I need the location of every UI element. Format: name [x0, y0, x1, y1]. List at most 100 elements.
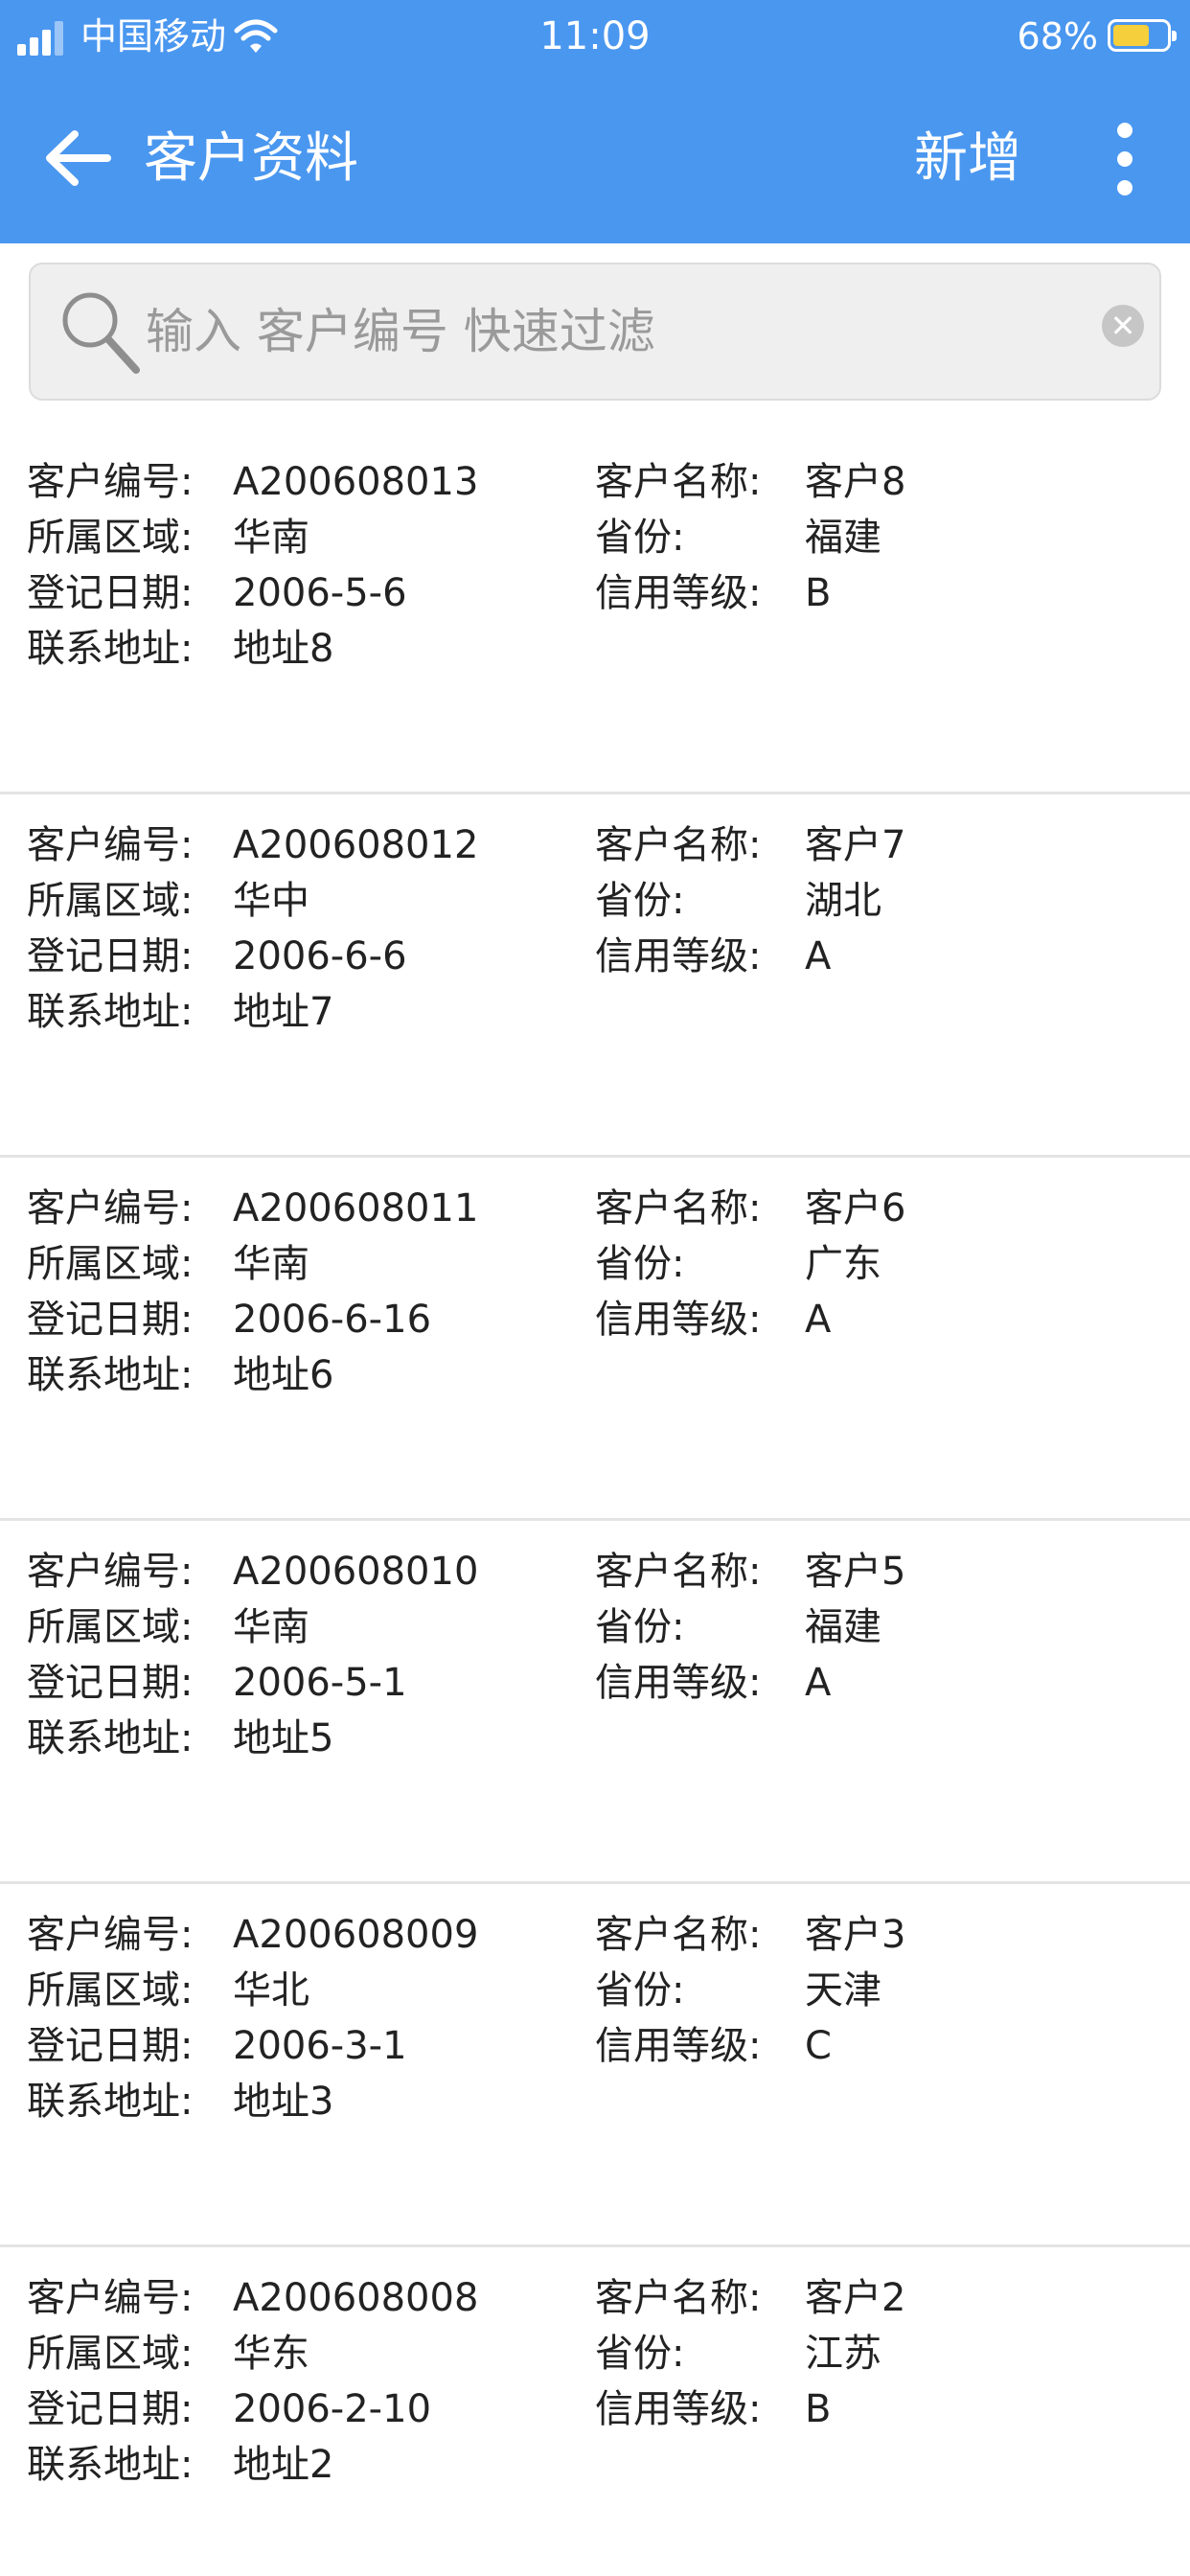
province-value: 广东: [805, 1242, 881, 1286]
battery-level: [1113, 25, 1149, 46]
region-value: 华东: [233, 2332, 309, 2376]
record-row: 登记日期: 2006-5-1 信用等级: A: [0, 1655, 1190, 1711]
region-label: 所属区域:: [27, 2332, 194, 2376]
app-bar: 客户资料 新增: [0, 77, 1190, 243]
search-input[interactable]: [146, 284, 1085, 380]
province-label: 省份:: [595, 1968, 685, 2012]
record-row: 客户编号: A200608013 客户名称: 客户8: [0, 454, 1190, 510]
credit-level-label: 信用等级:: [595, 571, 762, 615]
register-date-value: 2006-2-10: [233, 2387, 432, 2431]
register-date-value: 2006-6-16: [233, 1298, 432, 1342]
address-value: 地址5: [233, 1716, 334, 1760]
customer-no-label: 客户编号:: [27, 1913, 194, 1957]
record-row: 客户编号: A200608009 客户名称: 客户3: [0, 1907, 1190, 1963]
record-row: 所属区域: 华北 省份: 天津: [0, 1963, 1190, 2018]
register-date-label: 登记日期:: [27, 1298, 194, 1342]
register-date-value: 2006-3-1: [233, 2024, 407, 2068]
customer-no-value: A200608010: [233, 1550, 479, 1594]
province-label: 省份:: [595, 1242, 685, 1286]
region-label: 所属区域:: [27, 1968, 194, 2012]
credit-level-label: 信用等级:: [595, 1298, 762, 1342]
customer-name-label: 客户名称:: [595, 1186, 762, 1230]
record-row: 登记日期: 2006-6-6 信用等级: A: [0, 929, 1190, 984]
region-value: 华南: [233, 1605, 309, 1649]
credit-level-value: A: [805, 1661, 832, 1705]
record-row: 登记日期: 2006-2-10 信用等级: B: [0, 2381, 1190, 2437]
region-value: 华南: [233, 1242, 309, 1286]
province-value: 天津: [805, 1968, 881, 2012]
add-button[interactable]: 新增: [914, 125, 1021, 194]
region-label: 所属区域:: [27, 1242, 194, 1286]
search-icon: [62, 292, 140, 374]
record-row: 客户编号: A200608011 客户名称: 客户6: [0, 1181, 1190, 1236]
list-item[interactable]: 客户编号: A200608011 客户名称: 客户6 所属区域: 华南 省份: 广东 登记日期:…: [0, 1158, 1190, 1521]
register-date-value: 2006-6-6: [233, 934, 407, 978]
credit-level-value: C: [805, 2024, 832, 2068]
customer-no-value: A200608008: [233, 2276, 479, 2320]
province-label: 省份:: [595, 2332, 685, 2376]
address-value: 地址8: [233, 627, 334, 671]
credit-level-value: A: [805, 1298, 832, 1342]
province-label: 省份:: [595, 1605, 685, 1649]
record-row: 所属区域: 华南 省份: 广东: [0, 1236, 1190, 1292]
customer-no-value: A200608012: [233, 823, 479, 867]
record-row: 登记日期: 2006-3-1 信用等级: C: [0, 2018, 1190, 2074]
customer-name-value: 客户5: [805, 1550, 906, 1594]
back-arrow-icon[interactable]: [36, 117, 119, 199]
record-row: 所属区域: 华南 省份: 福建: [0, 510, 1190, 565]
list-item[interactable]: 客户编号: A200608013 客户名称: 客户8 所属区域: 华南 省份: 福建 登记日期:…: [0, 431, 1190, 794]
address-label: 联系地址:: [27, 1716, 194, 1760]
region-label: 所属区域:: [27, 516, 194, 560]
register-date-label: 登记日期:: [27, 2387, 194, 2431]
record-row: 客户编号: A200608010 客户名称: 客户5: [0, 1544, 1190, 1599]
battery-icon: [1108, 19, 1177, 52]
record-row: 所属区域: 华南 省份: 福建: [0, 1599, 1190, 1655]
list-item[interactable]: 客户编号: A200608012 客户名称: 客户7 所属区域: 华中 省份: 湖北 登记日期:…: [0, 794, 1190, 1158]
record-row: 登记日期: 2006-5-6 信用等级: B: [0, 565, 1190, 621]
record-row: 登记日期: 2006-6-16 信用等级: A: [0, 1292, 1190, 1347]
list-item[interactable]: 客户编号: A200608009 客户名称: 客户3 所属区域: 华北 省份: 天津 登记日期:…: [0, 1884, 1190, 2247]
region-value: 华南: [233, 516, 309, 560]
customer-no-label: 客户编号:: [27, 823, 194, 867]
address-value: 地址6: [233, 1353, 334, 1397]
province-value: 湖北: [805, 879, 881, 923]
search-bar: ✕: [29, 263, 1161, 401]
customer-name-label: 客户名称:: [595, 823, 762, 867]
list-item[interactable]: 客户编号: A200608008 客户名称: 客户2 所属区域: 华东 省份: 江苏 登记日期:…: [0, 2247, 1190, 2576]
customer-list: 客户编号: A200608013 客户名称: 客户8 所属区域: 华南 省份: 福建 登记日期:…: [0, 431, 1190, 2576]
customer-name-value: 客户3: [805, 1913, 906, 1957]
record-row: 联系地址: 地址6: [0, 1347, 1190, 1403]
address-label: 联系地址:: [27, 627, 194, 671]
register-date-label: 登记日期:: [27, 1661, 194, 1705]
more-vertical-icon[interactable]: [1098, 115, 1152, 203]
record-row: 所属区域: 华中 省份: 湖北: [0, 873, 1190, 929]
register-date-value: 2006-5-6: [233, 571, 407, 615]
record-row: 联系地址: 地址8: [0, 621, 1190, 677]
address-value: 地址3: [233, 2080, 334, 2124]
register-date-label: 登记日期:: [27, 2024, 194, 2068]
credit-level-label: 信用等级:: [595, 1661, 762, 1705]
region-label: 所属区域:: [27, 879, 194, 923]
region-label: 所属区域:: [27, 1605, 194, 1649]
address-value: 地址2: [233, 2443, 334, 2487]
register-date-value: 2006-5-1: [233, 1661, 407, 1705]
register-date-label: 登记日期:: [27, 934, 194, 978]
customer-name-label: 客户名称:: [595, 2276, 762, 2320]
customer-no-label: 客户编号:: [27, 1186, 194, 1230]
region-value: 华中: [233, 879, 309, 923]
list-item[interactable]: 客户编号: A200608010 客户名称: 客户5 所属区域: 华南 省份: 福建登记日期:…: [0, 1521, 1190, 1884]
province-label: 省份:: [595, 516, 685, 560]
credit-level-label: 信用等级:: [595, 2024, 762, 2068]
customer-name-value: 客户8: [805, 460, 906, 504]
status-bar: 中国移动 11:09 68%: [0, 0, 1190, 77]
credit-level-value: B: [805, 2387, 832, 2431]
record-row: 联系地址: 地址7: [0, 984, 1190, 1040]
customer-name-value: 客户7: [805, 823, 906, 867]
clear-icon[interactable]: ✕: [1102, 305, 1144, 347]
province-value: 福建: [805, 516, 881, 560]
record-row: 所属区域: 华东 省份: 江苏: [0, 2326, 1190, 2381]
customer-name-value: 客户6: [805, 1186, 906, 1230]
customer-no-label: 客户编号:: [27, 460, 194, 504]
record-row: 联系地址: 地址3: [0, 2074, 1190, 2129]
province-value: 福建: [805, 1605, 881, 1649]
